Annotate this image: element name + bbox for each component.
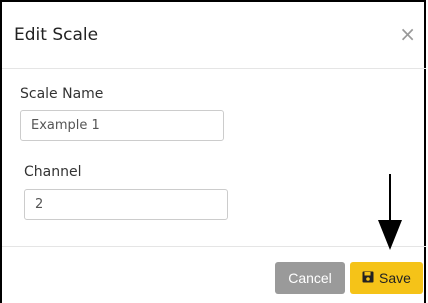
dialog-header: Edit Scale × xyxy=(2,2,426,69)
cancel-button-label: Cancel xyxy=(288,270,332,286)
edit-scale-dialog: Edit Scale × Scale Name Channel Cancel S… xyxy=(0,0,426,303)
footer-divider xyxy=(2,246,426,247)
floppy-disk-icon xyxy=(362,270,374,286)
dialog-title: Edit Scale xyxy=(14,25,99,45)
cancel-button[interactable]: Cancel xyxy=(275,262,345,294)
save-button[interactable]: Save xyxy=(350,262,423,294)
save-button-label: Save xyxy=(379,270,411,286)
scale-name-input[interactable] xyxy=(20,110,224,141)
channel-label: Channel xyxy=(24,164,82,180)
close-icon[interactable]: × xyxy=(399,22,416,46)
scale-name-label: Scale Name xyxy=(20,86,104,102)
arrow-down-icon xyxy=(378,174,402,250)
channel-input[interactable] xyxy=(24,189,228,220)
